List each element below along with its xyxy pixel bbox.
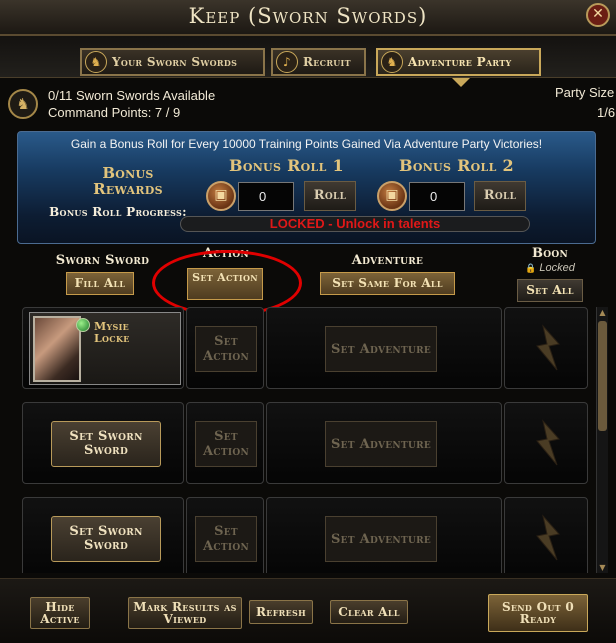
set-adventure-button[interactable]: Set Adventure — [325, 326, 437, 372]
party-size-label: Party Size — [555, 85, 615, 100]
sworn-sword-card[interactable]: Mysie Locke — [29, 312, 181, 385]
party-slot-row: Set Sworn Sword Set Action Set Adventure — [20, 497, 594, 573]
lightning-icon[interactable] — [529, 419, 565, 469]
bonus-rewards-label: Bonus Rewards — [93, 164, 163, 198]
close-icon[interactable]: ✕ — [586, 3, 610, 27]
tab-label: Recruit — [303, 55, 351, 69]
column-adventure: Adventure — [351, 253, 424, 268]
lightning-icon[interactable] — [529, 324, 565, 374]
set-sworn-sword-button[interactable]: Set Sworn Sword — [51, 421, 161, 467]
column-boon: Boon — [531, 246, 569, 261]
fill-all-button[interactable]: Fill All — [66, 272, 134, 295]
active-tab-pointer — [452, 78, 470, 87]
party-slot-row: Set Sworn Sword Set Action Set Adventure — [20, 402, 594, 484]
bonus-roll-1-title: Bonus Roll 1 — [229, 156, 344, 175]
column-sworn-sword: Sworn Sword — [55, 253, 150, 268]
scroll-down-icon[interactable]: ▼ — [597, 562, 608, 573]
set-sworn-sword-button[interactable]: Set Sworn Sword — [51, 516, 161, 562]
title-bar: Keep (Sworn Swords) ✕ — [0, 0, 616, 36]
tab-adventure-party[interactable]: ♞ Adventure Party — [376, 48, 541, 76]
scroll-thumb[interactable] — [598, 321, 607, 431]
scroll-up-icon[interactable]: ▲ — [597, 307, 608, 318]
set-action-button[interactable]: Set Action — [195, 326, 257, 372]
character-portrait — [33, 316, 81, 382]
adventure-cell: Set Adventure — [266, 497, 502, 573]
set-adventure-button[interactable]: Set Adventure — [325, 516, 437, 562]
window-title: Keep (Sworn Swords) — [188, 4, 428, 28]
sworn-sword-cell: Set Sworn Sword — [22, 402, 184, 484]
refresh-button[interactable]: Refresh — [249, 600, 313, 624]
clear-all-button[interactable]: Clear All — [330, 600, 408, 624]
boon-cell — [504, 497, 588, 573]
sworn-sword-cell: Set Sworn Sword — [22, 497, 184, 573]
boon-cell — [504, 402, 588, 484]
bonus-progress-label: Bonus Roll Progress: — [49, 205, 187, 219]
helm-icon: ♞ — [8, 89, 38, 119]
adventure-cell: Set Adventure — [266, 402, 502, 484]
helm-icon: ♞ — [85, 51, 107, 73]
footer-bar: Hide Active Mark Results as Viewed Refre… — [0, 578, 616, 643]
set-action-button[interactable]: Set Action — [195, 516, 257, 562]
horn-icon: ♪ — [276, 51, 298, 73]
command-points: Command Points: 7 / 9 — [48, 105, 181, 120]
bonus-roll-1-count: 0 — [238, 182, 294, 211]
adventure-cell: Set Adventure — [266, 307, 502, 389]
available-count: 0/11 Sworn Swords Available — [48, 88, 216, 103]
sworn-sword-name: Mysie Locke — [94, 320, 130, 345]
set-action-button[interactable]: Set Action — [195, 421, 257, 467]
roll-1-button[interactable]: Roll — [304, 181, 356, 211]
boon-locked-label: Locked — [539, 262, 575, 274]
party-size-value: 1/6 — [597, 105, 616, 120]
lock-icon: 🔒 — [525, 264, 537, 274]
tab-label: Your Sworn Swords — [112, 55, 238, 69]
bonus-roll-2-count: 0 — [409, 182, 465, 211]
chest-icon: ▣ — [377, 181, 407, 211]
sworn-sword-cell: Mysie Locke — [22, 307, 184, 389]
action-cell: Set Action — [186, 497, 264, 573]
action-cell: Set Action — [186, 402, 264, 484]
gem-icon — [76, 318, 90, 332]
set-all-boon-button[interactable]: Set All — [517, 279, 583, 302]
hide-active-button[interactable]: Hide Active — [30, 597, 90, 629]
helm-icon: ♞ — [381, 51, 403, 73]
mark-results-viewed-button[interactable]: Mark Results as Viewed — [128, 597, 242, 629]
roll-2-button[interactable]: Roll — [474, 181, 526, 211]
bonus-roll-progress-bar: LOCKED - Unlock in talents — [180, 216, 530, 232]
tab-recruit[interactable]: ♪ Recruit — [271, 48, 366, 76]
bonus-roll-2-title: Bonus Roll 2 — [399, 156, 514, 175]
set-same-for-all-button[interactable]: Set Same For All — [320, 272, 455, 295]
party-slot-row: Mysie Locke Set Action Set Adventure — [20, 307, 594, 389]
boon-cell — [504, 307, 588, 389]
boon-locked-status: 🔒 Locked — [520, 262, 580, 274]
bonus-panel: Gain a Bonus Roll for Every 10000 Traini… — [17, 131, 596, 244]
chest-icon: ▣ — [206, 181, 236, 211]
party-slot-list: Mysie Locke Set Action Set Adventure Set… — [20, 307, 594, 573]
tab-your-sworn-swords[interactable]: ♞ Your Sworn Swords — [80, 48, 265, 76]
send-out-button[interactable]: Send Out 0 Ready — [488, 594, 588, 632]
bonus-banner: Gain a Bonus Roll for Every 10000 Traini… — [70, 137, 543, 151]
action-cell: Set Action — [186, 307, 264, 389]
set-adventure-button[interactable]: Set Adventure — [325, 421, 437, 467]
tab-label: Adventure Party — [408, 55, 512, 69]
slot-list-scrollbar[interactable]: ▲ ▼ — [596, 307, 608, 573]
lightning-icon[interactable] — [529, 514, 565, 564]
tab-strip: ♞ Your Sworn Swords ♪ Recruit ♞ Adventur… — [0, 36, 616, 78]
